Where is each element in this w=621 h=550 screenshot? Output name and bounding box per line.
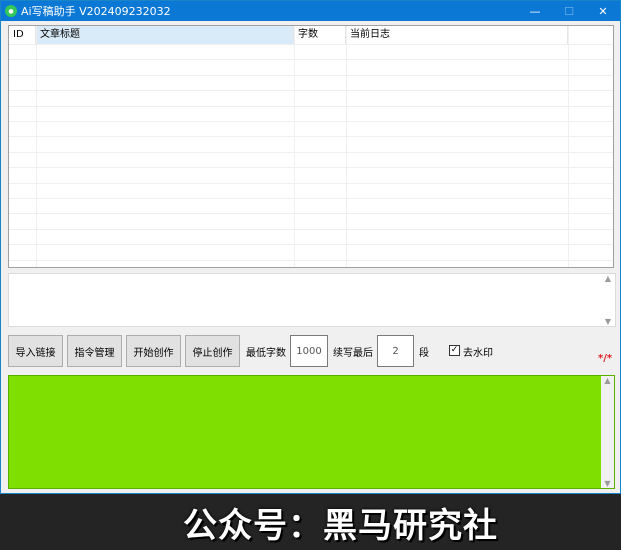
- table-column-line: [346, 26, 347, 267]
- min-words-input[interactable]: 1000: [290, 335, 328, 367]
- column-header-id[interactable]: ID: [9, 26, 36, 44]
- table-header: ID 文章标题 字数 当前日志: [9, 26, 613, 44]
- import-links-button[interactable]: 导入链接: [8, 335, 63, 367]
- banner-text: 公众号：黑马研究社: [183, 505, 498, 546]
- table-row-line: [9, 198, 613, 199]
- window-title: Ai写稿助手 V202409232032: [21, 5, 171, 18]
- status-marker: */*: [598, 353, 613, 364]
- table-row-line: [9, 105, 613, 107]
- continue-segments-input[interactable]: 2: [377, 335, 414, 367]
- table-row-line: [9, 167, 613, 169]
- table-row-line: [9, 244, 613, 246]
- watermark-banner: 公众号：黑马研究社: [0, 494, 621, 550]
- table-row-line: [9, 151, 613, 153]
- table-row-line: [9, 121, 613, 122]
- scroll-up-icon[interactable]: ▲: [605, 274, 611, 283]
- min-words-label: 最低字数: [246, 348, 286, 359]
- prompt-manage-button[interactable]: 指令管理: [67, 335, 122, 367]
- scroll-down-icon[interactable]: ▼: [604, 479, 610, 488]
- table-row-line: [9, 74, 613, 76]
- minimize-button[interactable]: —: [518, 1, 552, 21]
- table-row-line: [9, 90, 613, 92]
- segment-unit-label: 段: [419, 348, 429, 359]
- scroll-up-icon[interactable]: ▲: [604, 376, 610, 385]
- app-logo-icon: ●: [5, 5, 17, 17]
- table-column-line: [294, 26, 295, 267]
- stop-create-button[interactable]: 停止创作: [185, 335, 240, 367]
- remove-watermark-checkbox[interactable]: ✓: [449, 345, 460, 356]
- column-header-wordcount[interactable]: 字数: [294, 26, 346, 44]
- article-table[interactable]: ID 文章标题 字数 当前日志: [8, 25, 614, 268]
- scroll-down-icon[interactable]: ▼: [605, 317, 611, 326]
- table-row-line: [9, 59, 613, 61]
- output-textbox[interactable]: ▲ ▼: [8, 375, 615, 489]
- table-column-line: [568, 26, 569, 267]
- table-row-line: [9, 44, 613, 45]
- output-scrollbar[interactable]: ▲ ▼: [601, 376, 614, 488]
- remove-watermark-label[interactable]: 去水印: [463, 344, 493, 359]
- table-row-line: [9, 213, 613, 215]
- table-column-line: [36, 26, 37, 267]
- continue-label: 续写最后: [333, 348, 373, 359]
- column-header-title[interactable]: 文章标题: [36, 26, 294, 44]
- app-window: ● Ai写稿助手 V202409232032 — ☐ ✕ ID 文章标题 字数 …: [0, 0, 621, 494]
- table-row-line: [9, 228, 613, 230]
- table-row-line: [9, 259, 613, 261]
- close-button[interactable]: ✕: [586, 1, 620, 21]
- start-create-button[interactable]: 开始创作: [126, 335, 181, 367]
- maximize-button[interactable]: ☐: [552, 1, 586, 21]
- log-scrollbar[interactable]: ▲ ▼: [601, 274, 615, 326]
- log-textbox[interactable]: ▲ ▼: [8, 273, 616, 327]
- table-row-line: [9, 182, 613, 184]
- title-bar: ● Ai写稿助手 V202409232032 — ☐ ✕: [1, 1, 620, 21]
- column-header-log[interactable]: 当前日志: [346, 26, 568, 44]
- window-controls: — ☐ ✕: [518, 1, 620, 21]
- table-row-line: [9, 136, 613, 138]
